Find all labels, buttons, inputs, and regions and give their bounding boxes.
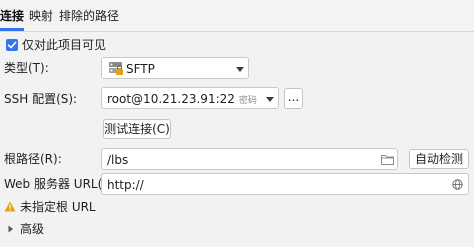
warning-text: 未指定根 URL	[20, 200, 96, 214]
root-path-label: 根路径(R):	[4, 152, 62, 166]
advanced-section-toggle[interactable]: 高级	[20, 221, 44, 237]
root-path-value: /lbs	[107, 153, 129, 167]
tab-bar: 连接 映射 排除的路径	[0, 0, 474, 32]
autodetect-button[interactable]: 自动检测	[409, 149, 469, 169]
type-value: SFTP	[126, 62, 155, 76]
warning-icon	[4, 201, 16, 212]
active-tab-indicator	[0, 28, 24, 31]
chevron-down-icon	[266, 97, 274, 102]
web-server-url-input[interactable]: http://	[101, 173, 469, 195]
tab-mappings[interactable]: 映射	[29, 6, 53, 26]
globe-icon[interactable]	[452, 179, 463, 190]
deployment-server-panel: 连接 映射 排除的路径 仅对此项目可见 类型(T): SFTP SSH 配置(S…	[0, 0, 474, 247]
ssh-config-value-wrap: root@10.21.23.91:22 密码	[107, 88, 257, 112]
sftp-icon	[109, 62, 123, 75]
ssh-config-dropdown[interactable]: root@10.21.23.91:22 密码	[101, 87, 279, 109]
chevron-down-icon	[236, 67, 244, 72]
root-path-input[interactable]: /lbs	[101, 148, 398, 170]
test-connection-button[interactable]: 测试连接(C)	[103, 119, 171, 139]
ssh-config-auth-hint: 密码	[238, 96, 257, 106]
ssh-config-more-button[interactable]: ...	[284, 88, 303, 109]
web-server-url-value: http://	[107, 178, 144, 192]
visible-only-checkbox[interactable]	[6, 39, 18, 51]
checkmark-icon	[7, 41, 17, 49]
folder-icon[interactable]	[381, 154, 394, 165]
ssh-config-label: SSH 配置(S):	[4, 92, 78, 106]
tab-excluded-paths[interactable]: 排除的路径	[59, 6, 119, 26]
tab-connection[interactable]: 连接	[0, 6, 24, 26]
type-label: 类型(T):	[4, 61, 49, 75]
chevron-right-icon[interactable]	[8, 225, 14, 233]
ssh-config-value: root@10.21.23.91:22	[107, 92, 235, 106]
visible-only-label: 仅对此项目可见	[22, 38, 107, 52]
type-dropdown[interactable]: SFTP	[101, 57, 249, 79]
